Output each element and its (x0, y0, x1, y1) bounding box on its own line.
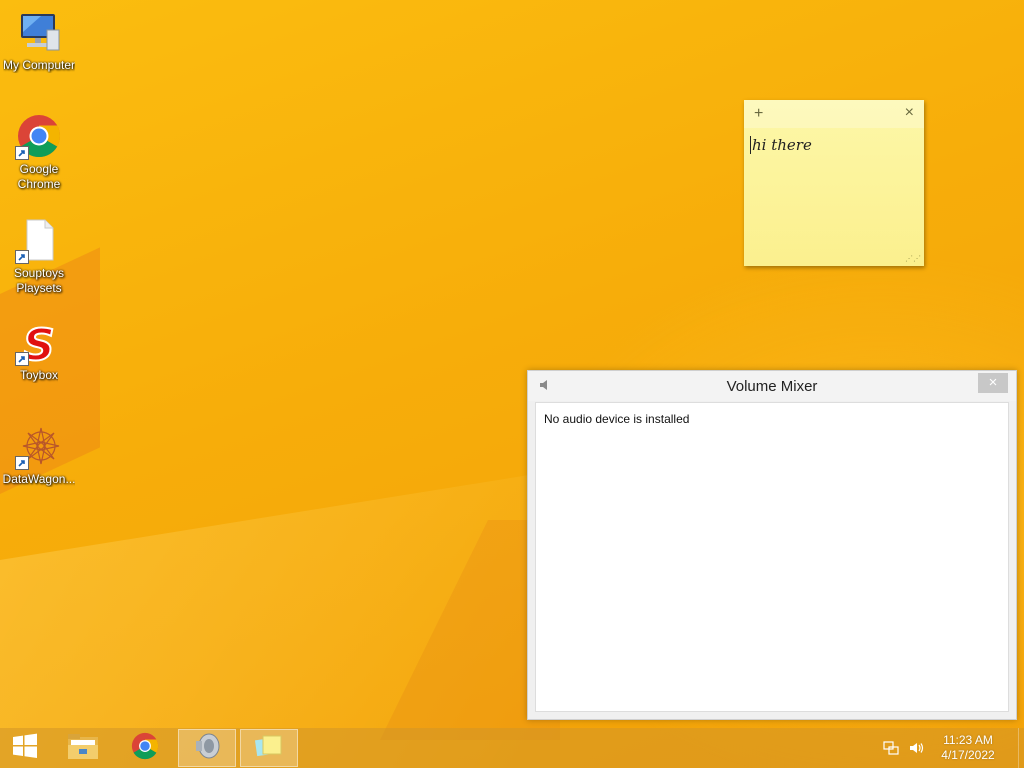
clock-time: 11:23 AM (943, 733, 993, 747)
taskbar: 11:23 AM 4/17/2022 (0, 728, 1024, 768)
network-icon[interactable] (880, 737, 902, 759)
sticky-notes-icon (254, 733, 284, 764)
desktop-icon-datawagon[interactable]: DataWagon... (0, 422, 78, 487)
document-icon (15, 216, 63, 264)
clock[interactable]: 11:23 AM 4/17/2022 (932, 733, 1004, 763)
close-button[interactable]: × (978, 373, 1008, 393)
windows-logo-icon (12, 733, 38, 764)
shortcut-arrow-icon (15, 456, 29, 470)
desktop-icon-my-computer[interactable]: My Computer (0, 8, 78, 73)
sticky-note-text[interactable]: hi there (750, 136, 812, 154)
monitor-icon (15, 8, 63, 56)
volume-mixer-content: No audio device is installed (535, 402, 1009, 712)
volume-icon[interactable] (906, 737, 928, 759)
sticky-add-button[interactable]: + (754, 105, 763, 123)
desktop-icon-label: DataWagon... (2, 472, 76, 486)
taskbar-volume-mixer[interactable] (178, 729, 236, 767)
desktop-icon-souptoys-playsets[interactable]: Souptoys Playsets (0, 216, 78, 296)
desktop-icon-label: Souptoys Playsets (13, 266, 65, 295)
sticky-close-button[interactable]: × (905, 104, 914, 122)
chrome-icon (130, 731, 160, 766)
taskbar-sticky-notes[interactable] (240, 729, 298, 767)
chrome-icon (15, 112, 63, 160)
resize-grip-icon[interactable]: ⋰⋰ (905, 254, 921, 263)
datawagon-icon (15, 422, 63, 470)
shortcut-arrow-icon (15, 250, 29, 264)
desktop-icon-label: Google Chrome (17, 162, 61, 191)
shortcut-arrow-icon (15, 352, 29, 366)
window-title: Volume Mixer (726, 378, 818, 395)
desktop-icon-label: My Computer (2, 58, 76, 72)
volume-mixer-titlebar[interactable]: Volume Mixer × (528, 371, 1016, 401)
speaker-icon (192, 731, 222, 766)
shortcut-arrow-icon (15, 146, 29, 160)
sticky-note[interactable]: + × hi there ⋰⋰ (744, 100, 924, 266)
folder-icon (66, 731, 100, 766)
desktop-icon-toybox[interactable]: S Toybox (0, 318, 78, 383)
taskbar-chrome[interactable] (116, 729, 174, 767)
show-desktop-button[interactable] (1018, 728, 1024, 768)
toybox-s-icon: S (15, 318, 63, 372)
no-device-message: No audio device is installed (544, 412, 690, 426)
clock-date: 4/17/2022 (941, 748, 995, 762)
start-button[interactable] (0, 729, 50, 767)
sticky-note-titlebar[interactable]: + × (744, 100, 924, 128)
desktop-icon-google-chrome[interactable]: Google Chrome (0, 112, 78, 192)
taskbar-file-explorer[interactable] (54, 729, 112, 767)
system-tray: 11:23 AM 4/17/2022 (880, 728, 1024, 768)
desktop-icon-label: Toybox (19, 368, 59, 382)
volume-mixer-window: Volume Mixer × No audio device is instal… (527, 370, 1017, 720)
